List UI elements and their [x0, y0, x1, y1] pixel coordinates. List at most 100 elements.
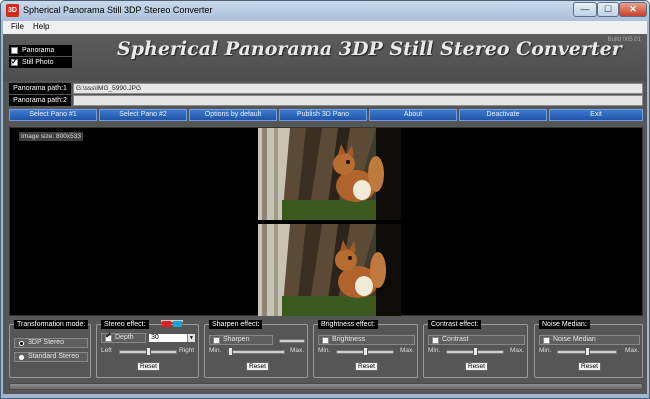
noise-panel: Noise Median: Noise Median Min. Max. Res… [534, 320, 643, 378]
status-bar [9, 383, 643, 390]
minimize-button[interactable]: — [573, 2, 597, 17]
brightness-title: Brightness effect: [318, 320, 378, 329]
sharpen-title: Sharpen effect: [209, 320, 263, 329]
stereo-slider[interactable] [119, 347, 177, 356]
noise-title: Noise Median: [539, 320, 590, 329]
contrast-reset-button[interactable]: Reset [465, 362, 488, 371]
stereo-panel: Stereo effect: Depth 30 ▼ Left [96, 320, 199, 378]
noise-slider[interactable] [557, 347, 617, 356]
build-label: Build 005.01 [607, 37, 641, 43]
still-photo-label: Still Photo [22, 59, 54, 66]
maximize-button[interactable]: ☐ [597, 2, 619, 17]
stereo-slider-thumb[interactable] [146, 347, 151, 356]
sharpen-panel: Sharpen effect: Sharpen Min. Max. Reset [204, 320, 308, 378]
brightness-option[interactable]: Brightness [318, 335, 415, 345]
path-row-1: Panorama path:1 G:\sss\IMG_5990.JPG [9, 83, 643, 94]
3d-app-icon: 3D [6, 4, 19, 17]
depth-value: 30 [151, 334, 159, 341]
noise-option[interactable]: Noise Median [539, 335, 640, 345]
sharpen-slider[interactable] [227, 347, 285, 356]
title-bar[interactable]: 3D Spherical Panorama Still 3DP Stereo C… [1, 1, 649, 21]
mode-panorama[interactable]: Panorama [9, 45, 72, 56]
sharpen-option[interactable]: Sharpen [209, 335, 273, 345]
contrast-slider[interactable] [446, 347, 504, 356]
app-title: Spherical Panorama 3DP Still Stereo Conv… [117, 38, 622, 60]
stereo-title: Stereo effect: [101, 320, 149, 329]
select-pano1-button[interactable]: Select Pano #1 [9, 109, 97, 121]
contrast-slider-thumb[interactable] [473, 347, 478, 356]
sharpen-slider-thumb[interactable] [228, 347, 233, 356]
path-row-2: Panorama path:2 [9, 95, 643, 106]
contrast-option[interactable]: Contrast [428, 335, 525, 345]
transformation-title: Transformation mode: [14, 320, 89, 329]
publish-3d-pano-button[interactable]: Publish 3D Pano [279, 109, 367, 121]
brightness-slider[interactable] [336, 347, 394, 356]
contrast-checkbox[interactable] [432, 337, 439, 344]
still-photo-checkbox[interactable] [11, 56, 18, 67]
options-default-button[interactable]: Options by default [189, 109, 277, 121]
close-button[interactable]: ✕ [619, 2, 647, 17]
toolbar: Select Pano #1 Select Pano #2 Options by… [9, 109, 643, 121]
effects-panels: Transformation mode: 3DP Stereo Standard… [9, 320, 643, 380]
sharpen-checkbox[interactable] [213, 337, 220, 344]
contrast-label: Contrast [442, 336, 469, 343]
depth-label: Depth [115, 334, 134, 341]
3dp-stereo-label: 3DP Stereo [28, 339, 65, 346]
3dp-stereo-radio[interactable] [18, 340, 25, 347]
brightness-max-label: Max. [400, 347, 415, 354]
photo-left-eye [258, 128, 401, 220]
sharpen-mini-slider[interactable] [279, 339, 305, 343]
menu-help[interactable]: Help [33, 22, 49, 31]
brightness-slider-thumb[interactable] [363, 347, 368, 356]
exit-button[interactable]: Exit [549, 109, 643, 121]
deactivate-button[interactable]: Deactivate [459, 109, 547, 121]
image-size-label: Image size: 800x533 [19, 132, 83, 141]
stereo-left-label: Left [101, 347, 112, 354]
sharpen-min-label: Min. [209, 347, 222, 354]
select-pano2-button[interactable]: Select Pano #2 [99, 109, 187, 121]
stereo-reset-button[interactable]: Reset [137, 362, 160, 371]
header-area: Panorama Still Photo Spherical Panorama … [3, 34, 647, 81]
3d-glasses-icon [161, 320, 183, 327]
path2-field[interactable] [73, 95, 643, 106]
brightness-checkbox[interactable] [322, 337, 329, 344]
noise-min-label: Min. [539, 347, 552, 354]
contrast-max-label: Max. [510, 347, 525, 354]
depth-select[interactable]: 30 ▼ [148, 333, 196, 343]
window-title: Spherical Panorama Still 3DP Stereo Conv… [23, 5, 213, 15]
path2-label: Panorama path:2 [9, 95, 71, 106]
contrast-min-label: Min. [428, 347, 441, 354]
contrast-panel: Contrast effect: Contrast Min. Max. Rese… [423, 320, 528, 378]
sharpen-max-label: Max. [290, 347, 305, 354]
brightness-reset-button[interactable]: Reset [355, 362, 378, 371]
menu-bar: File Help [3, 21, 647, 34]
option-standard-stereo[interactable]: Standard Stereo [14, 352, 88, 362]
panorama-checkbox[interactable] [11, 47, 18, 54]
photo-right-eye [258, 224, 401, 316]
option-3dp-stereo[interactable]: 3DP Stereo [14, 338, 88, 348]
noise-label: Noise Median [553, 336, 596, 343]
noise-reset-button[interactable]: Reset [578, 362, 601, 371]
brightness-min-label: Min. [318, 347, 331, 354]
contrast-title: Contrast effect: [428, 320, 482, 329]
noise-checkbox[interactable] [543, 337, 550, 344]
depth-checkbox[interactable] [105, 332, 112, 342]
about-button[interactable]: About [369, 109, 457, 121]
mode-still-photo[interactable]: Still Photo [9, 56, 72, 68]
noise-max-label: Max. [625, 347, 640, 354]
depth-option[interactable]: Depth [101, 332, 146, 343]
client-area: Panorama Still Photo Spherical Panorama … [3, 34, 647, 394]
menu-file[interactable]: File [11, 22, 24, 31]
path1-field[interactable]: G:\sss\IMG_5990.JPG [73, 83, 643, 94]
brightness-label: Brightness [332, 336, 366, 343]
brightness-panel: Brightness effect: Brightness Min. Max. … [313, 320, 418, 378]
transformation-panel: Transformation mode: 3DP Stereo Standard… [9, 320, 91, 378]
stereo-right-label: Right [179, 347, 195, 354]
preview-area: Image size: 800x533 [9, 127, 643, 316]
noise-slider-thumb[interactable] [585, 347, 590, 356]
chevron-down-icon[interactable]: ▼ [187, 334, 195, 342]
sharpen-reset-button[interactable]: Reset [246, 362, 269, 371]
panorama-label: Panorama [22, 47, 55, 54]
sharpen-label: Sharpen [223, 336, 250, 343]
standard-stereo-radio[interactable] [18, 354, 25, 361]
